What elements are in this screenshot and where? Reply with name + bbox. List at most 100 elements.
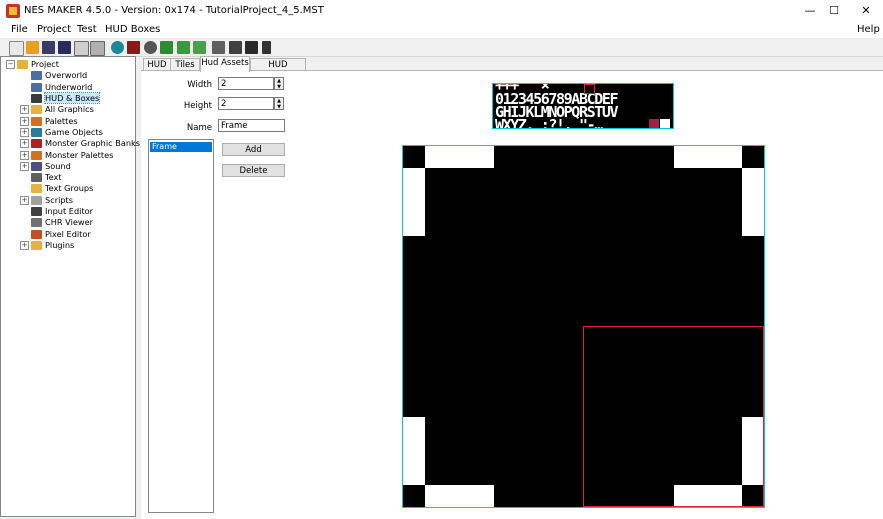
- tree-item-label: Monster Palettes: [45, 149, 114, 160]
- tile-swatch: [649, 119, 659, 128]
- cartridge-icon[interactable]: [127, 41, 140, 54]
- collapse-icon[interactable]: −: [6, 60, 15, 69]
- tree-item-label: Input Editor: [45, 206, 94, 216]
- tree-item-label: Underworld: [45, 81, 93, 92]
- screen-icon[interactable]: [229, 41, 242, 54]
- tile-swatch: [660, 119, 670, 128]
- expand-icon[interactable]: +: [20, 240, 29, 250]
- green-tool-3-icon[interactable]: [193, 41, 206, 54]
- save-as-icon[interactable]: [58, 41, 71, 54]
- tab-hud-assets[interactable]: Hud Assets: [200, 56, 250, 72]
- tile-selection-marker: [584, 84, 595, 94]
- tree-item[interactable]: + Palettes: [20, 116, 78, 127]
- map-icon: [31, 82, 42, 92]
- menu-project[interactable]: Project: [37, 24, 71, 35]
- tree-item-label: Plugins: [45, 239, 75, 250]
- tree-item[interactable]: HUD & Boxes: [31, 92, 101, 104]
- frame-tile: [425, 485, 494, 507]
- menu-test[interactable]: Test: [77, 24, 97, 35]
- tree-item-label: Text Groups: [45, 183, 94, 194]
- expand-icon[interactable]: +: [20, 116, 29, 126]
- selection-box: [583, 326, 764, 507]
- folder-icon: [17, 60, 28, 69]
- monitor-icon[interactable]: [245, 41, 258, 54]
- tree-item[interactable]: Text Groups: [31, 183, 93, 194]
- tree-item-label: Scripts: [45, 194, 74, 205]
- list-item[interactable]: Frame: [150, 142, 212, 152]
- tree-item[interactable]: + Game Objects: [20, 127, 103, 138]
- tree-root[interactable]: − Project: [6, 59, 59, 70]
- tree-item[interactable]: Underworld: [31, 82, 92, 93]
- export-icon[interactable]: [90, 41, 105, 56]
- tree-item[interactable]: Text: [31, 172, 62, 183]
- folder-icon: [31, 240, 42, 250]
- monster-icon: [31, 139, 42, 149]
- menu-file[interactable]: File: [11, 24, 28, 35]
- expand-icon[interactable]: +: [20, 139, 29, 149]
- tree-item[interactable]: CHR Viewer: [31, 217, 93, 228]
- settings-gear-icon[interactable]: [144, 41, 157, 54]
- tree-item[interactable]: + Monster Graphic Banks: [20, 138, 140, 149]
- height-label: Height: [183, 101, 212, 111]
- phone-icon[interactable]: [262, 41, 271, 54]
- import-icon[interactable]: [74, 41, 89, 56]
- tree-item-label: HUD & Boxes: [43, 92, 101, 104]
- name-field[interactable]: Frame: [218, 119, 285, 132]
- frame-tile: [425, 146, 494, 168]
- menu-help[interactable]: Help: [857, 24, 880, 35]
- expand-icon[interactable]: +: [20, 127, 29, 137]
- green-tool-icon[interactable]: [160, 41, 173, 54]
- close-button[interactable]: ✕: [843, 0, 883, 22]
- tree-item[interactable]: + Sound: [20, 161, 71, 172]
- tree-item-label: Sound: [45, 160, 71, 171]
- frame-tile: [403, 168, 425, 236]
- expand-icon[interactable]: +: [20, 195, 29, 205]
- project-tree[interactable]: − Project Overworld Underworld HUD & Boxes +…: [0, 56, 140, 517]
- pencil-icon: [31, 229, 42, 239]
- window-title: NES MAKER 4.5.0 - Version: 0x174 - Tutor…: [24, 5, 324, 16]
- tree-item-label: Monster Graphic Banks: [45, 138, 141, 149]
- width-stepper[interactable]: ▲ ▼: [274, 77, 284, 90]
- tree-item-label: Pixel Editor: [45, 228, 91, 239]
- menu-hud-boxes[interactable]: HUD Boxes: [105, 24, 160, 35]
- height-stepper[interactable]: ▲ ▼: [274, 97, 284, 110]
- palette-icon: [31, 150, 42, 160]
- globe-icon[interactable]: [111, 41, 124, 54]
- height-field[interactable]: 2: [218, 97, 274, 110]
- tree-item-label: Palettes: [45, 115, 78, 126]
- folder-icon: [31, 184, 42, 194]
- tree-item[interactable]: + Plugins: [20, 240, 74, 251]
- tree-item[interactable]: Overworld: [31, 70, 87, 81]
- tileset-row: WXYZ. :?!, "-…: [495, 116, 603, 129]
- compile-icon[interactable]: [212, 41, 225, 54]
- hud-assets-list[interactable]: Frame: [148, 139, 214, 513]
- tree-item[interactable]: + Monster Palettes: [20, 150, 113, 161]
- hud-icon: [31, 94, 42, 103]
- width-field[interactable]: 2: [218, 77, 274, 90]
- tree-item[interactable]: + Scripts: [20, 195, 73, 206]
- green-tool-2-icon[interactable]: [177, 41, 190, 54]
- hud-asset-canvas[interactable]: [402, 145, 765, 508]
- text-icon: [31, 173, 42, 183]
- palette-icon: [31, 116, 42, 126]
- open-icon[interactable]: [26, 41, 39, 54]
- save-icon[interactable]: [42, 41, 55, 54]
- frame-tile: [403, 417, 425, 485]
- expand-icon[interactable]: +: [20, 105, 29, 115]
- tree-item[interactable]: Input Editor: [31, 206, 93, 217]
- tree-item[interactable]: Pixel Editor: [31, 229, 91, 240]
- object-icon: [31, 127, 42, 137]
- delete-button[interactable]: Delete: [222, 164, 285, 177]
- tree-item-label: Overworld: [45, 70, 88, 81]
- new-project-icon[interactable]: [9, 41, 24, 56]
- speaker-icon: [31, 161, 42, 171]
- expand-icon[interactable]: +: [20, 161, 29, 171]
- expand-icon[interactable]: +: [20, 150, 29, 160]
- tree-item-label: All Graphics: [45, 104, 94, 115]
- add-button[interactable]: Add: [222, 143, 285, 156]
- frame-tile: [674, 146, 742, 168]
- tileset-preview[interactable]: +++ ' × 0123456789ABCDEF GHIJKLMNOPQRSTU…: [492, 83, 674, 129]
- grid-icon: [31, 218, 42, 228]
- nes-maker-logo-icon: [6, 4, 20, 18]
- tree-item[interactable]: + All Graphics: [20, 104, 94, 115]
